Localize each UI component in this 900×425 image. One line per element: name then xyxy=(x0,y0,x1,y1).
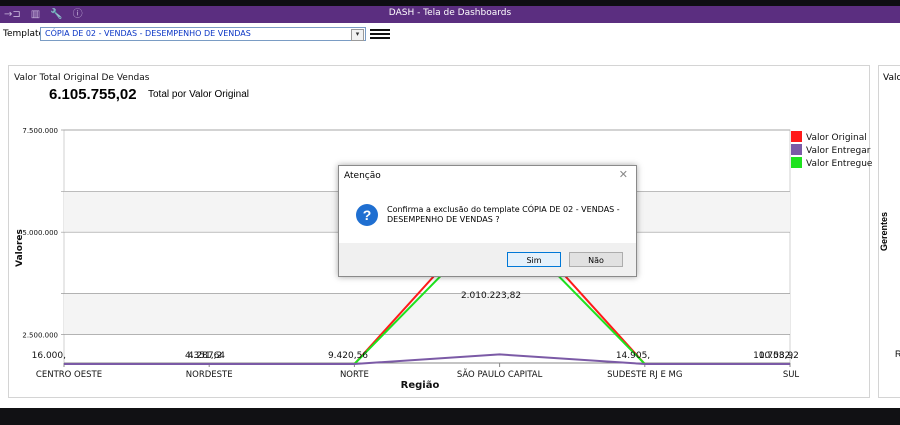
close-icon[interactable]: ✕ xyxy=(619,168,628,181)
x-tick-label: NORTE xyxy=(340,370,369,380)
legend-label: Valor Entregue xyxy=(806,159,873,169)
legend-label: Valor Original xyxy=(806,133,867,143)
data-label: 9.420,56 xyxy=(328,351,368,361)
data-label: 14.905, xyxy=(616,351,650,361)
legend-swatch xyxy=(791,157,802,168)
data-label: 10.582, xyxy=(759,351,793,361)
confirm-dialog: Atenção ✕ ? Confirma a exclusão do templ… xyxy=(338,165,637,277)
dialog-footer: Sim Não xyxy=(339,243,636,276)
data-label: 16.000, xyxy=(32,351,66,361)
taskbar-strip xyxy=(0,408,900,425)
data-label: 2.010.223,82 xyxy=(461,291,521,301)
legend-label: Valor Entregar xyxy=(806,146,871,156)
dialog-title: Atenção xyxy=(344,171,381,181)
data-label: 4.287,2 xyxy=(188,351,222,361)
y-tick-label: 5.000.000 xyxy=(22,229,58,237)
x-tick-label: SUL xyxy=(783,370,800,380)
y-tick-label: 7.500.000 xyxy=(22,127,58,135)
legend-swatch xyxy=(791,144,802,155)
x-tick-label: NORDESTE xyxy=(186,370,233,380)
x-axis-title: Região xyxy=(401,380,440,391)
x-tick-label: CENTRO OESTE xyxy=(36,370,102,380)
plot-band xyxy=(64,293,790,335)
no-button[interactable]: Não xyxy=(569,252,623,267)
x-tick-label: SÃO PAULO CAPITAL xyxy=(457,369,543,380)
y-tick-label: 2.500.000 xyxy=(22,331,58,339)
y-axis-title: Valores xyxy=(15,229,25,267)
yes-button[interactable]: Sim xyxy=(507,252,561,267)
x-tick-label: SUDESTE RJ E MG xyxy=(607,370,682,380)
dialog-message: Confirma a exclusão do template CÓPIA DE… xyxy=(387,205,620,224)
legend-swatch xyxy=(791,131,802,142)
question-icon: ? xyxy=(356,204,378,226)
